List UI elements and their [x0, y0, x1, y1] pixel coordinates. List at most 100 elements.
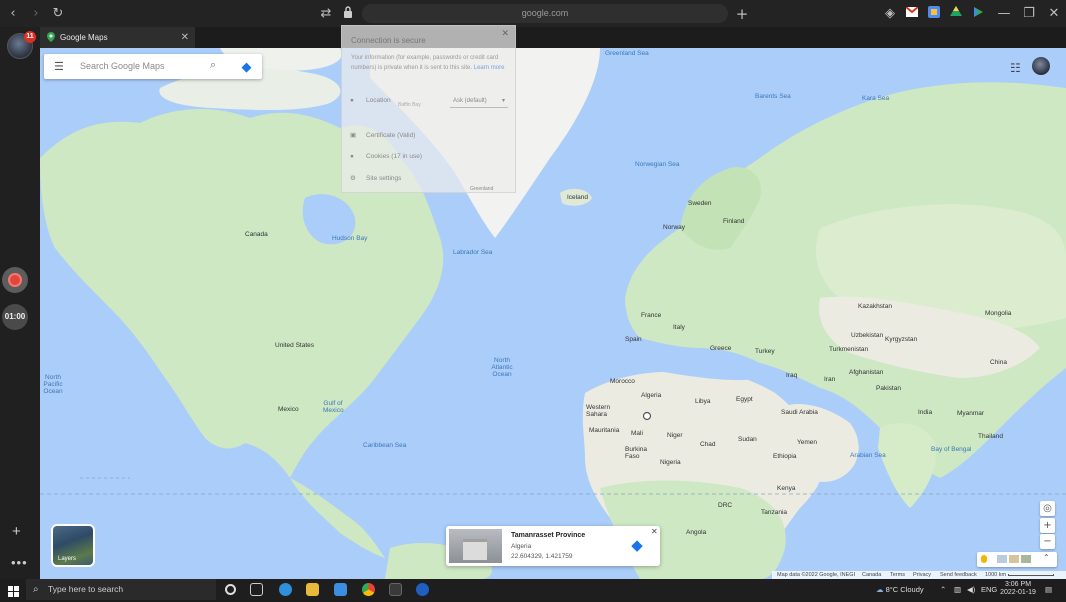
notification-badge: 11 [24, 31, 36, 43]
new-tab-plus-icon[interactable]: + [734, 6, 750, 22]
system-clock[interactable]: 3:06 PM 2022-01-19 [998, 581, 1038, 597]
google-apps-icon[interactable]: ☷ [1010, 61, 1021, 75]
place-card[interactable]: Tamanrasset Province Algeria 22.604329, … [446, 526, 660, 566]
back-icon[interactable]: ‹ [5, 6, 21, 22]
learn-more-link[interactable]: Learn more [474, 65, 505, 71]
certificate-row[interactable]: ▣ Certificate (Valid) [350, 131, 415, 139]
weather-widget[interactable]: ☁ 8°C Cloudy [876, 579, 924, 600]
label-drc: DRC [718, 502, 733, 509]
location-pin-icon: ● [350, 97, 354, 104]
map-footer: Map data ©2022 Google, INEGI Canada Term… [772, 571, 1066, 579]
label-united-states: United States [275, 342, 315, 349]
place-directions-icon[interactable]: ◆ [628, 537, 646, 555]
volume-icon[interactable]: ◀) [967, 579, 975, 600]
label-kyrgyzstan: Kyrgyzstan [885, 336, 918, 343]
label-pakistan: Pakistan [876, 385, 901, 392]
mail-icon[interactable] [334, 583, 347, 596]
swap-icon[interactable]: ⇄ [318, 6, 334, 22]
scale-label[interactable]: 1000 km [985, 571, 1006, 579]
restore-icon[interactable]: ❐ [1021, 6, 1037, 22]
lock-icon[interactable] [340, 6, 356, 22]
cookies-row[interactable]: ● Cookies (17 in use) [350, 153, 422, 160]
label-gulf-of-mexico: Gulf of Mexico [323, 400, 344, 414]
file-explorer-icon[interactable] [306, 583, 319, 596]
label-kenya: Kenya [777, 485, 796, 492]
close-tab-icon[interactable]: ✕ [181, 27, 189, 48]
place-photo[interactable] [449, 529, 502, 563]
record-button[interactable] [2, 267, 28, 293]
label-afghanistan: Afghanistan [849, 369, 884, 376]
dropdown-arrow-icon: ▾ [501, 98, 505, 104]
taskbar-search-input[interactable]: ⌕ Type here to search [26, 579, 216, 600]
close-place-card-icon[interactable]: ✕ [651, 527, 658, 536]
hamburger-menu-icon[interactable]: ☰ [54, 60, 64, 73]
label-mauritania: Mauritania [589, 427, 620, 434]
label-north-atlantic-ocean: North Atlantic Ocean [491, 357, 513, 378]
close-window-icon[interactable]: ✕ [1046, 6, 1062, 22]
forward-icon[interactable]: › [28, 6, 44, 22]
notifications-icon[interactable]: ▤ [1045, 579, 1052, 600]
send-feedback-link[interactable]: Send feedback [940, 571, 977, 579]
certificate-icon: ▣ [350, 132, 357, 139]
search-input[interactable]: Search Google Maps [80, 61, 165, 71]
language-indicator[interactable]: ENG [981, 579, 997, 600]
cortana-icon[interactable] [225, 584, 236, 595]
tray-chevron-icon[interactable]: ⌃ [940, 579, 946, 600]
site-settings-row[interactable]: ⚙ Site settings [350, 174, 401, 182]
more-icon[interactable]: ••• [11, 555, 28, 570]
terms-link[interactable]: Terms [890, 571, 905, 579]
label-iraq: Iraq [786, 372, 798, 379]
search-icon: ⌕ [33, 584, 39, 595]
account-avatar[interactable] [1032, 57, 1050, 75]
add-panel-icon[interactable]: + [12, 523, 21, 540]
tab-title: Google Maps [60, 33, 108, 42]
label-iceland: Iceland [567, 194, 588, 201]
label-kazakhstan: Kazakhstan [858, 303, 892, 310]
my-location-icon[interactable]: ◎ [1040, 501, 1055, 516]
gmail-icon[interactable] [904, 6, 920, 22]
popup-title: Connection is secure [351, 36, 426, 45]
site-info-popup: Connection is secure ✕ Your information … [341, 25, 516, 193]
pegman-icon[interactable] [981, 555, 987, 563]
network-icon[interactable]: ▥ [954, 579, 961, 600]
zoom-out-button[interactable]: − [1040, 534, 1055, 549]
close-popup-icon[interactable]: ✕ [501, 28, 509, 39]
reload-icon[interactable]: ↻ [50, 6, 66, 22]
thumbnail-1[interactable] [997, 555, 1007, 563]
label-china: China [990, 359, 1007, 366]
label-niger: Niger [667, 432, 683, 439]
footer-canada-link[interactable]: Canada [862, 571, 881, 579]
layers-button[interactable]: Layers [51, 524, 95, 567]
app-icon-2[interactable] [416, 583, 429, 596]
extension-icon[interactable] [926, 6, 942, 22]
browser-sidebar: 11 01:00 + ••• [0, 27, 40, 579]
map-canvas[interactable]: Greenland Sea Barents Sea Kara Sea Norwe… [40, 48, 1066, 579]
drive-icon[interactable] [948, 6, 964, 22]
tab-google-maps[interactable]: Google Maps ✕ [40, 27, 195, 48]
thumbnail-3[interactable] [1021, 555, 1031, 563]
edge-icon[interactable] [279, 583, 292, 596]
zoom-in-button[interactable]: + [1040, 518, 1055, 533]
label-burkina-faso: Burkina Faso [625, 446, 648, 460]
world-map-graphic [40, 48, 1066, 579]
directions-icon[interactable]: ◆ [238, 58, 255, 75]
label-caribbean-sea: Caribbean Sea [363, 442, 407, 449]
label-greenland-sea: Greenland Sea [605, 50, 649, 57]
location-permission-select[interactable]: Ask (default) ▾ [450, 94, 508, 108]
task-view-icon[interactable] [250, 583, 263, 596]
label-myanmar: Myanmar [957, 410, 985, 417]
thumbnail-2[interactable] [1009, 555, 1019, 563]
address-bar[interactable]: google.com [362, 4, 728, 23]
chrome-icon[interactable] [362, 583, 375, 596]
minimize-icon[interactable]: — [996, 6, 1012, 22]
app-icon[interactable] [389, 583, 402, 596]
expand-icon[interactable]: ⌃ [1043, 553, 1053, 562]
place-coordinates: 22.604329, 1.421759 [511, 553, 573, 560]
layers-toolbar-icon[interactable]: ◈ [882, 6, 898, 22]
label-norwegian-sea: Norwegian Sea [635, 161, 680, 168]
windows-start-icon[interactable] [8, 584, 19, 602]
label-hudson-bay: Hudson Bay [332, 235, 368, 242]
label-kara-sea: Kara Sea [862, 95, 890, 102]
privacy-link[interactable]: Privacy [913, 571, 931, 579]
search-icon[interactable]: ⌕ [210, 59, 216, 72]
